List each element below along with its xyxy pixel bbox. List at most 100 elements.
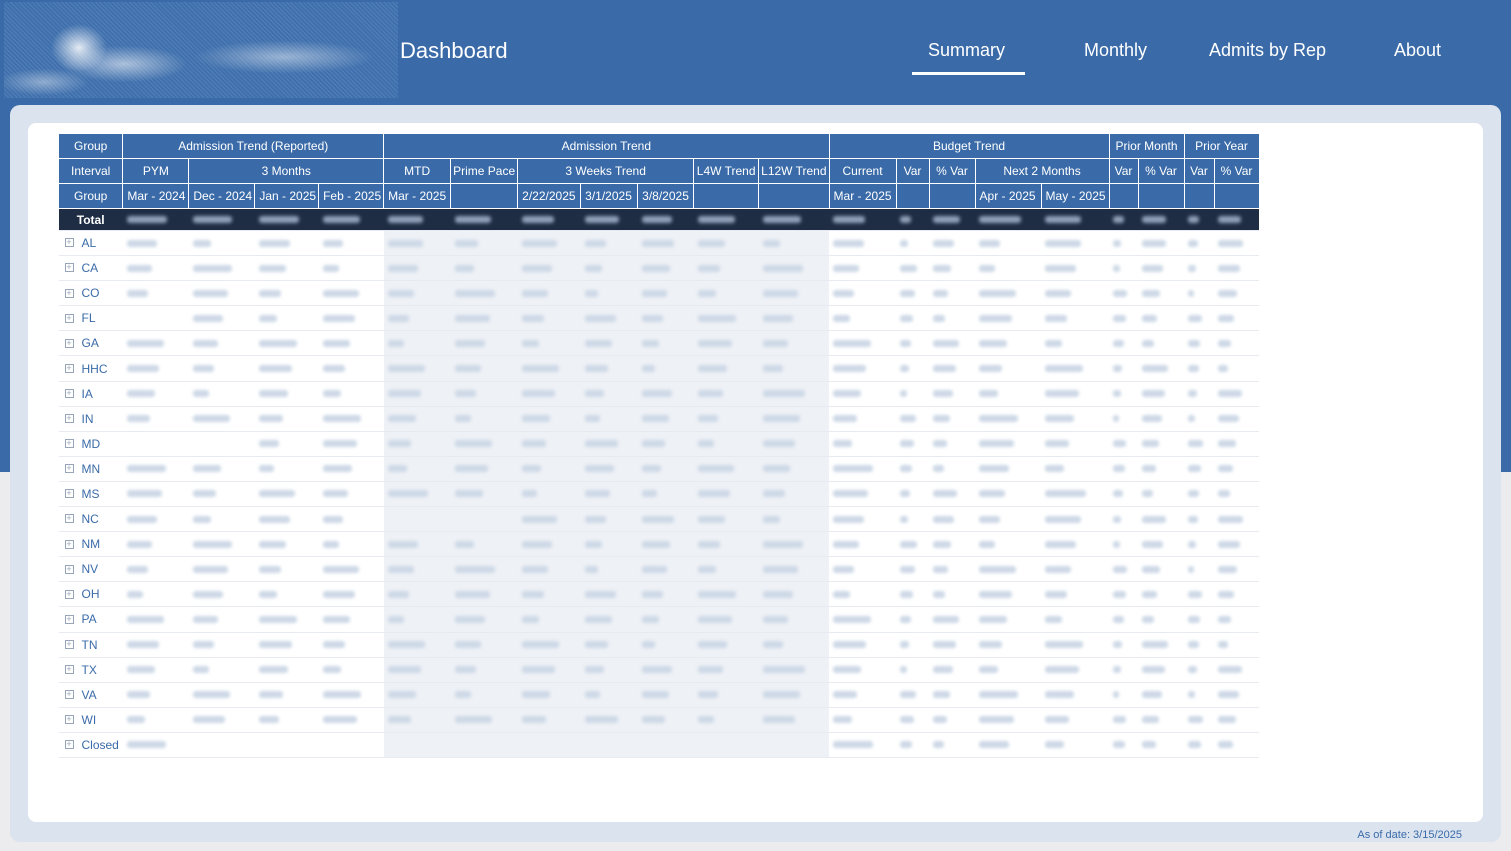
group-row[interactable]: + NV: [58, 556, 1260, 583]
expand-icon[interactable]: +: [64, 388, 74, 398]
group-row[interactable]: + NM: [58, 531, 1260, 558]
group-row-label[interactable]: + NM: [58, 531, 123, 558]
group-row[interactable]: + OH: [58, 581, 1260, 608]
group-row[interactable]: + CO: [58, 280, 1260, 307]
expand-icon[interactable]: +: [64, 439, 74, 449]
expand-icon[interactable]: +: [64, 489, 74, 499]
group-row[interactable]: + HHC: [58, 355, 1260, 382]
expand-icon[interactable]: +: [64, 740, 74, 750]
group-row[interactable]: + IN: [58, 406, 1260, 432]
col-header-l12w-trend[interactable]: L12W Trend: [758, 158, 830, 184]
group-row-label[interactable]: + GA: [58, 330, 123, 357]
col-header-budget-trend[interactable]: Budget Trend: [828, 133, 1110, 159]
summary-matrix[interactable]: Group Admission Trend (Reported) Admissi…: [57, 133, 1260, 758]
group-row-label[interactable]: + MD: [58, 431, 123, 457]
col-header-pym[interactable]: PYM: [122, 158, 190, 184]
col-header-interval[interactable]: Interval: [57, 158, 124, 184]
group-row-label[interactable]: + NV: [58, 556, 123, 583]
expand-icon[interactable]: +: [64, 715, 74, 725]
group-row[interactable]: + Closed: [58, 732, 1260, 758]
group-row[interactable]: + VA: [58, 682, 1260, 708]
group-row[interactable]: + GA: [58, 330, 1260, 357]
nav-tab-monthly[interactable]: Monthly: [1084, 40, 1147, 61]
group-row-label[interactable]: + MS: [58, 481, 123, 508]
expand-icon[interactable]: +: [64, 690, 74, 700]
group-row[interactable]: + MN: [58, 456, 1260, 482]
col-header-l4w-trend[interactable]: L4W Trend: [693, 158, 760, 184]
group-row-label[interactable]: + FL: [58, 305, 123, 332]
expand-icon[interactable]: +: [64, 514, 74, 524]
group-row-label[interactable]: + HHC: [58, 355, 123, 382]
col-header-mtd-month[interactable]: Mar - 2025: [383, 183, 452, 209]
expand-icon[interactable]: +: [64, 614, 74, 624]
col-header-next-month-2[interactable]: May - 2025: [1040, 183, 1110, 209]
nav-tab-summary[interactable]: Summary: [928, 40, 1005, 61]
col-header-month-1[interactable]: Dec - 2024: [188, 183, 256, 209]
nav-tab-admits-by-rep[interactable]: Admits by Rep: [1209, 40, 1326, 61]
col-header-group-2[interactable]: Group: [57, 183, 124, 209]
group-row[interactable]: + PA: [58, 606, 1260, 633]
expand-icon[interactable]: +: [64, 313, 74, 323]
group-row-label[interactable]: + VA: [58, 682, 123, 708]
group-row-label[interactable]: + NC: [58, 506, 123, 533]
expand-icon[interactable]: +: [64, 363, 74, 373]
col-header-admission-trend[interactable]: Admission Trend: [383, 133, 830, 159]
group-row[interactable]: + CA: [58, 255, 1260, 282]
col-header-var[interactable]: Var: [895, 158, 930, 184]
col-header-3-weeks-trend[interactable]: 3 Weeks Trend: [517, 158, 695, 184]
group-row[interactable]: + FL: [58, 305, 1260, 332]
group-row-label[interactable]: + IN: [58, 406, 123, 432]
group-row[interactable]: + TN: [58, 632, 1260, 658]
col-header-pym-month[interactable]: Mar - 2024: [122, 183, 190, 209]
col-header-week-1[interactable]: 2/22/2025: [517, 183, 582, 209]
group-row[interactable]: + IA: [58, 381, 1260, 407]
group-row[interactable]: + MS: [58, 481, 1260, 508]
col-header-py-var[interactable]: Var: [1183, 158, 1215, 184]
expand-icon[interactable]: +: [64, 288, 74, 298]
group-row-label[interactable]: + OH: [58, 581, 123, 608]
col-header-3-months[interactable]: 3 Months: [188, 158, 385, 184]
col-header-month-3[interactable]: Feb - 2025: [318, 183, 385, 209]
col-header-group[interactable]: Group: [57, 133, 124, 159]
expand-icon[interactable]: +: [64, 639, 74, 649]
group-row-label[interactable]: + TX: [58, 657, 123, 683]
expand-icon[interactable]: +: [64, 464, 74, 474]
col-header-prior-month[interactable]: Prior Month: [1108, 133, 1185, 159]
group-row-label[interactable]: + Closed: [58, 732, 123, 758]
col-header-prior-year[interactable]: Prior Year: [1183, 133, 1260, 159]
col-header-week-3[interactable]: 3/8/2025: [637, 183, 695, 209]
group-row[interactable]: + TX: [58, 657, 1260, 683]
group-row[interactable]: + NC: [58, 506, 1260, 533]
group-row-label[interactable]: + AL: [58, 230, 123, 257]
col-header-pm-var[interactable]: Var: [1108, 158, 1139, 184]
col-header-mtd[interactable]: MTD: [383, 158, 452, 184]
col-header-admission-trend-reported[interactable]: Admission Trend (Reported): [122, 133, 385, 159]
group-row[interactable]: + AL: [58, 230, 1260, 257]
col-header-next-2-months[interactable]: Next 2 Months: [974, 158, 1110, 184]
col-header-current[interactable]: Current: [828, 158, 897, 184]
expand-icon[interactable]: +: [64, 414, 74, 424]
nav-tab-about[interactable]: About: [1394, 40, 1441, 61]
col-header-next-month-1[interactable]: Apr - 2025: [974, 183, 1042, 209]
col-header-prime-pace[interactable]: Prime Pace: [450, 158, 519, 184]
group-row-label[interactable]: + CA: [58, 255, 123, 282]
group-row-label[interactable]: + WI: [58, 707, 123, 733]
expand-icon[interactable]: +: [64, 338, 74, 348]
expand-icon[interactable]: +: [64, 664, 74, 674]
expand-icon[interactable]: +: [64, 589, 74, 599]
group-row[interactable]: + MD: [58, 431, 1260, 457]
col-header-pm-pct-var[interactable]: % Var: [1137, 158, 1185, 184]
expand-icon[interactable]: +: [64, 539, 74, 549]
group-row-label[interactable]: + MN: [58, 456, 123, 482]
expand-icon[interactable]: +: [64, 564, 74, 574]
expand-icon[interactable]: +: [64, 263, 74, 273]
expand-icon[interactable]: +: [64, 238, 74, 248]
col-header-current-month[interactable]: Mar - 2025: [828, 183, 897, 209]
col-header-month-2[interactable]: Jan - 2025: [254, 183, 320, 209]
group-row-label[interactable]: + PA: [58, 606, 123, 633]
group-row-label[interactable]: + IA: [58, 381, 123, 407]
group-row-label[interactable]: + TN: [58, 632, 123, 658]
col-header-pct-var[interactable]: % Var: [928, 158, 976, 184]
group-row[interactable]: + WI: [58, 707, 1260, 733]
col-header-py-pct-var[interactable]: % Var: [1213, 158, 1260, 184]
